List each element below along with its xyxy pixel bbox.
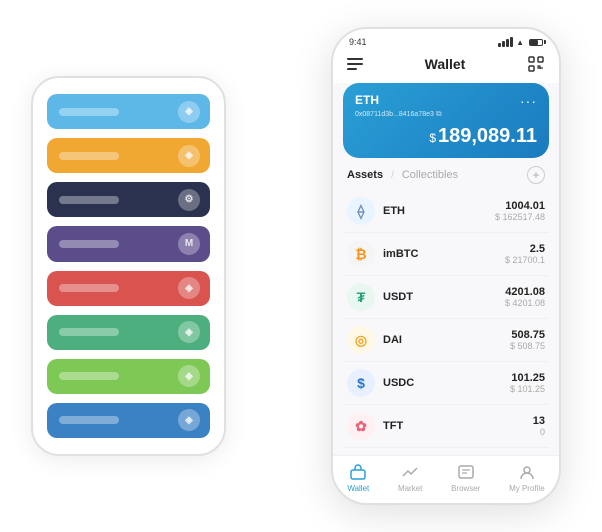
asset-item-tft[interactable]: ✿ TFT130 (343, 405, 549, 448)
status-icons: ▲ (498, 37, 543, 47)
asset-values-imbtc: 2.5$ 2170​0.1 (505, 243, 545, 265)
asset-values-usdt: 4201.08$ 4201.08 (505, 286, 545, 308)
card-balance: $189,089.11 (355, 125, 537, 148)
status-time: 9:41 (349, 37, 367, 47)
strip-blue-light: ◈ (47, 94, 210, 129)
asset-name-usdc: USDC (383, 377, 510, 389)
asset-item-dai[interactable]: ◎ DAI508.75$ 508.75 (343, 319, 549, 362)
asset-icon-dai: ◎ (347, 326, 375, 354)
asset-usd-tft: 0 (533, 427, 545, 437)
asset-usd-usdc: $ 101.25 (510, 384, 545, 394)
add-asset-button[interactable]: + (527, 166, 545, 184)
nav-label-browser: Browser (451, 484, 480, 493)
strip-orange: ◈ (47, 138, 210, 173)
battery-icon (529, 39, 543, 46)
card-address: 0x08711d3b...8416a78e3 ⧉ (355, 109, 537, 119)
asset-item-usdc[interactable]: $ USDC101.25$ 101.25 (343, 362, 549, 405)
menu-icon[interactable] (347, 58, 363, 70)
asset-values-tft: 130 (533, 415, 545, 437)
asset-icon-imbtc: ₿ (347, 240, 375, 268)
nav-label-market: Market (398, 484, 422, 493)
strip-purple: M (47, 226, 210, 261)
asset-amount-usdt: 4201.08 (505, 286, 545, 298)
nav-item-profile[interactable]: My Profile (509, 462, 545, 493)
asset-values-dai: 508.75$ 508.75 (510, 329, 545, 351)
strip-icon-orange: ◈ (178, 145, 200, 167)
copy-icon[interactable]: ⧉ (436, 109, 442, 119)
nav-label-wallet: Wallet (347, 484, 369, 493)
asset-amount-usdc: 101.25 (510, 372, 545, 384)
phone-main: 9:41 ▲ Wallet (331, 27, 561, 505)
asset-name-imbtc: imBTC (383, 248, 505, 260)
asset-name-dai: DAI (383, 334, 510, 346)
card-coin-name: ETH (355, 93, 537, 107)
strip-dark-navy: ⚙ (47, 182, 210, 217)
asset-item-imbtc[interactable]: ₿ imBTC2.5$ 2170​0.1 (343, 233, 549, 276)
signal-icon (498, 37, 513, 47)
assets-tabs: Assets / Collectibles (347, 169, 458, 181)
asset-usd-imbtc: $ 2170​0.1 (505, 255, 545, 265)
asset-amount-eth: 1004.01 (495, 200, 545, 212)
scene: ◈ ◈ ⚙ M ◈ ◈ ◈ ◈ 9:41 ▲ (21, 11, 581, 521)
asset-usd-eth: $ 162517.48 (495, 212, 545, 222)
asset-usd-dai: $ 508.75 (510, 341, 545, 351)
wifi-icon: ▲ (516, 38, 524, 47)
nav-item-browser[interactable]: Browser (451, 462, 480, 493)
strip-icon-blue: ◈ (178, 409, 200, 431)
asset-list: ⟠ ETH1004.01$ 162517.48 ₿ imBTC2.5$ 2170​0.… (333, 190, 559, 455)
asset-amount-imbtc: 2.5 (505, 243, 545, 255)
strip-icon-blue-light: ◈ (178, 101, 200, 123)
asset-icon-usdt: ₮ (347, 283, 375, 311)
asset-icon-tft: ✿ (347, 412, 375, 440)
wallet-card: ··· ETH 0x08711d3b...8416a78e3 ⧉ $189,08… (343, 83, 549, 158)
nav-icon-market (400, 462, 420, 482)
nav-item-market[interactable]: Market (398, 462, 422, 493)
strip-green: ◈ (47, 315, 210, 350)
asset-values-usdc: 101.25$ 101.25 (510, 372, 545, 394)
asset-name-usdt: USDT (383, 291, 505, 303)
phone-background: ◈ ◈ ⚙ M ◈ ◈ ◈ ◈ (31, 76, 226, 456)
tab-assets[interactable]: Assets (347, 169, 383, 181)
asset-amount-tft: 13 (533, 415, 545, 427)
asset-name-eth: ETH (383, 205, 495, 217)
tab-collectibles[interactable]: Collectibles (402, 169, 458, 181)
strip-icon-green: ◈ (178, 321, 200, 343)
header-title: Wallet (425, 56, 466, 72)
bottom-nav: Wallet Market Browser My Profile (333, 455, 559, 503)
nav-icon-profile (517, 462, 537, 482)
nav-icon-wallet (348, 462, 368, 482)
asset-amount-dai: 508.75 (510, 329, 545, 341)
scan-icon[interactable] (527, 55, 545, 73)
strip-light-green: ◈ (47, 359, 210, 394)
asset-usd-usdt: $ 4201.08 (505, 298, 545, 308)
strip-icon-purple: M (178, 233, 200, 255)
strip-icon-red: ◈ (178, 277, 200, 299)
strip-blue: ◈ (47, 403, 210, 438)
assets-header: Assets / Collectibles + (333, 158, 559, 190)
nav-label-profile: My Profile (509, 484, 545, 493)
balance-currency: $ (429, 131, 436, 145)
status-bar: 9:41 ▲ (333, 29, 559, 51)
asset-icon-usdc: $ (347, 369, 375, 397)
asset-item-usdt[interactable]: ₮ USDT4201.08$ 4201.08 (343, 276, 549, 319)
nav-icon-browser (456, 462, 476, 482)
asset-icon-eth: ⟠ (347, 197, 375, 225)
card-menu-dots[interactable]: ··· (520, 93, 537, 109)
strip-icon-light-green: ◈ (178, 365, 200, 387)
asset-name-tft: TFT (383, 420, 533, 432)
strip-red: ◈ (47, 271, 210, 306)
asset-item-eth[interactable]: ⟠ ETH1004.01$ 162517.48 (343, 190, 549, 233)
tab-divider: / (391, 170, 394, 181)
app-header: Wallet (333, 51, 559, 83)
strip-icon-dark-navy: ⚙ (178, 189, 200, 211)
nav-item-wallet[interactable]: Wallet (347, 462, 369, 493)
asset-values-eth: 1004.01$ 162517.48 (495, 200, 545, 222)
